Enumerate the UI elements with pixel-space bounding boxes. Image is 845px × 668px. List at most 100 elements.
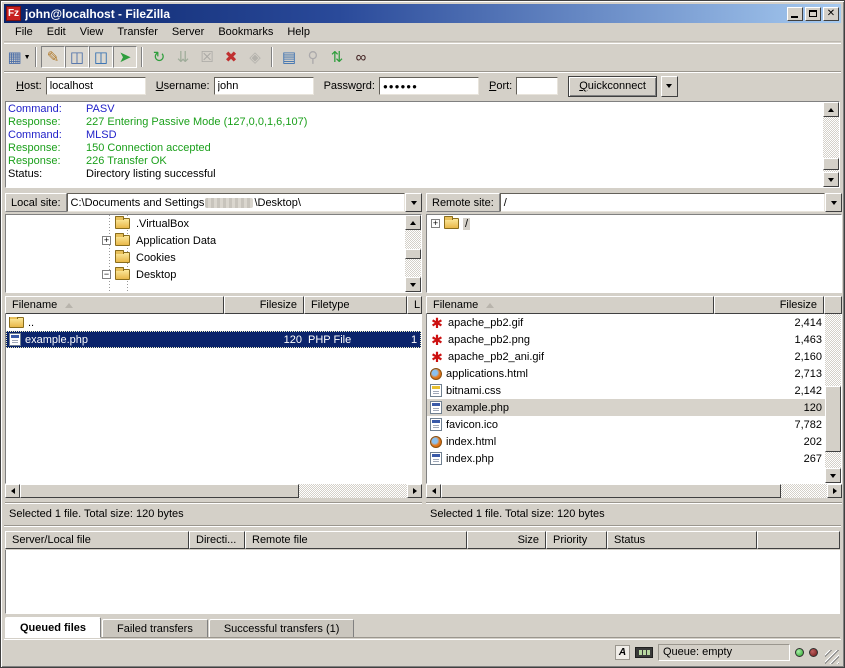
queue-column-priority[interactable]: Priority: [546, 531, 607, 549]
toggle-queue-button[interactable]: ➤: [113, 46, 137, 68]
scroll-track[interactable]: [20, 484, 407, 498]
file-row-apache-pb2-gif[interactable]: ✱apache_pb2.gif2,414: [427, 314, 825, 331]
column-header-filename[interactable]: Filename: [426, 296, 714, 314]
file-row--[interactable]: ..: [6, 314, 421, 331]
tree-item-.virtualbox[interactable]: .VirtualBox: [6, 215, 405, 232]
remote-site-combo[interactable]: /: [500, 193, 825, 212]
file-row-example-php[interactable]: example.php120: [427, 399, 825, 416]
queue-column-directi[interactable]: Directi...: [189, 531, 245, 549]
file-row-apache-pb2-ani-gif[interactable]: ✱apache_pb2_ani.gif2,160: [427, 348, 825, 365]
tree-item-desktop[interactable]: −Desktop: [6, 266, 405, 283]
queue-column-size[interactable]: Size: [467, 531, 546, 549]
tree-item-root[interactable]: +/: [427, 215, 841, 232]
scroll-up-button[interactable]: [405, 215, 421, 230]
menu-file[interactable]: File: [8, 24, 40, 40]
scroll-thumb[interactable]: [405, 249, 421, 259]
queue-column-serverlocalfile[interactable]: Server/Local file: [5, 531, 189, 549]
file-row-bitnami-css[interactable]: bitnami.css2,142: [427, 382, 825, 399]
refresh-button[interactable]: ↻: [147, 46, 171, 68]
file-row-index-php[interactable]: index.php267: [427, 450, 825, 467]
tree-item-application-data[interactable]: +Application Data: [6, 232, 405, 249]
menu-view[interactable]: View: [73, 24, 111, 40]
chevron-down-icon: [831, 201, 837, 205]
local-horizontal-scrollbar[interactable]: [5, 484, 422, 498]
scroll-down-button[interactable]: [823, 172, 839, 187]
directory-comparison-button[interactable]: ⚲: [301, 46, 325, 68]
local-tree-scrollbar[interactable]: [405, 215, 421, 292]
tab-successful-transfers-1-[interactable]: Successful transfers (1): [209, 619, 355, 637]
message-log-scrollbar[interactable]: [823, 102, 839, 187]
menu-edit[interactable]: Edit: [40, 24, 73, 40]
scroll-track[interactable]: [825, 314, 841, 468]
port-input[interactable]: [516, 77, 558, 95]
filesize-cell: 120: [715, 402, 825, 414]
file-row-favicon-ico[interactable]: favicon.ico7,782: [427, 416, 825, 433]
toggle-remote-tree-button[interactable]: ◫: [89, 46, 113, 68]
close-button[interactable]: ✕: [823, 7, 839, 21]
column-header-filesize[interactable]: Filesize: [714, 296, 824, 314]
expand-icon[interactable]: +: [431, 219, 440, 228]
column-header-filename[interactable]: Filename: [5, 296, 224, 314]
collapse-icon[interactable]: −: [102, 270, 111, 279]
synchronized-browsing-button[interactable]: ⇅: [325, 46, 349, 68]
password-input[interactable]: [379, 77, 479, 95]
quickconnect-button[interactable]: Quickconnect: [568, 76, 657, 97]
scroll-thumb[interactable]: [825, 386, 841, 452]
scroll-left-button[interactable]: [5, 484, 20, 498]
local-site-dropdown-button[interactable]: [405, 193, 422, 212]
tab-queued-files[interactable]: Queued files: [5, 617, 101, 638]
site-manager-button[interactable]: ▦▼: [7, 46, 31, 68]
local-site-combo[interactable]: C:\Documents and Settings\Desktop\: [67, 193, 405, 212]
resize-grip[interactable]: [825, 650, 839, 664]
column-header-l[interactable]: L: [407, 296, 422, 314]
file-row-example-php[interactable]: example.php120PHP File1: [6, 331, 421, 348]
scroll-down-button[interactable]: [825, 468, 841, 483]
menu-bookmarks[interactable]: Bookmarks: [211, 24, 280, 40]
maximize-icon: [809, 10, 817, 17]
reconnect-button[interactable]: ◈: [243, 46, 267, 68]
tree-item-cookies[interactable]: Cookies: [6, 249, 405, 266]
disconnect-button[interactable]: ✖: [219, 46, 243, 68]
quickconnect-dropdown-button[interactable]: [661, 76, 678, 97]
scroll-right-button[interactable]: [407, 484, 422, 498]
file-row-apache-pb2-png[interactable]: ✱apache_pb2.png1,463: [427, 331, 825, 348]
menu-transfer[interactable]: Transfer: [110, 24, 165, 40]
cancel-operation-button[interactable]: ☒: [195, 46, 219, 68]
scroll-track[interactable]: [823, 117, 839, 172]
menu-server[interactable]: Server: [165, 24, 211, 40]
queue-column-remotefile[interactable]: Remote file: [245, 531, 467, 549]
title-bar[interactable]: Fz john@localhost - FileZilla ✕: [4, 4, 841, 23]
queue-column-status[interactable]: Status: [607, 531, 757, 549]
scroll-thumb[interactable]: [20, 484, 299, 498]
scroll-thumb[interactable]: [441, 484, 781, 498]
scroll-track[interactable]: [441, 484, 827, 498]
scroll-right-button[interactable]: [827, 484, 842, 498]
column-header-filesize[interactable]: Filesize: [224, 296, 304, 314]
menu-help[interactable]: Help: [280, 24, 317, 40]
host-input[interactable]: [46, 77, 146, 95]
file-row-applications-html[interactable]: applications.html2,713: [427, 365, 825, 382]
minimize-button[interactable]: [787, 7, 803, 21]
filter-button[interactable]: ▤: [277, 46, 301, 68]
scroll-track[interactable]: [405, 230, 421, 277]
scroll-down-button[interactable]: [405, 277, 421, 292]
tab-failed-transfers[interactable]: Failed transfers: [102, 619, 208, 637]
scroll-thumb[interactable]: [823, 158, 839, 170]
find-files-button[interactable]: ∞: [349, 46, 373, 68]
maximize-button[interactable]: [805, 7, 821, 21]
toggle-local-tree-button[interactable]: ◫: [65, 46, 89, 68]
scroll-up-button[interactable]: [823, 102, 839, 117]
toggle-message-log-button[interactable]: ✎: [41, 46, 65, 68]
remote-site-dropdown-button[interactable]: [825, 193, 842, 212]
scroll-left-button[interactable]: [426, 484, 441, 498]
process-queue-button[interactable]: ⇊: [171, 46, 195, 68]
queue-splitter[interactable]: [4, 525, 841, 528]
remote-horizontal-scrollbar[interactable]: [426, 484, 842, 498]
speed-limit-icon[interactable]: [635, 647, 653, 658]
column-header-filetype[interactable]: Filetype: [304, 296, 407, 314]
file-row-index-html[interactable]: index.html202: [427, 433, 825, 450]
remote-list-scrollbar[interactable]: [825, 314, 841, 483]
username-input[interactable]: [214, 77, 314, 95]
expand-icon[interactable]: +: [102, 236, 111, 245]
data-type-indicator-icon[interactable]: A: [615, 645, 630, 660]
